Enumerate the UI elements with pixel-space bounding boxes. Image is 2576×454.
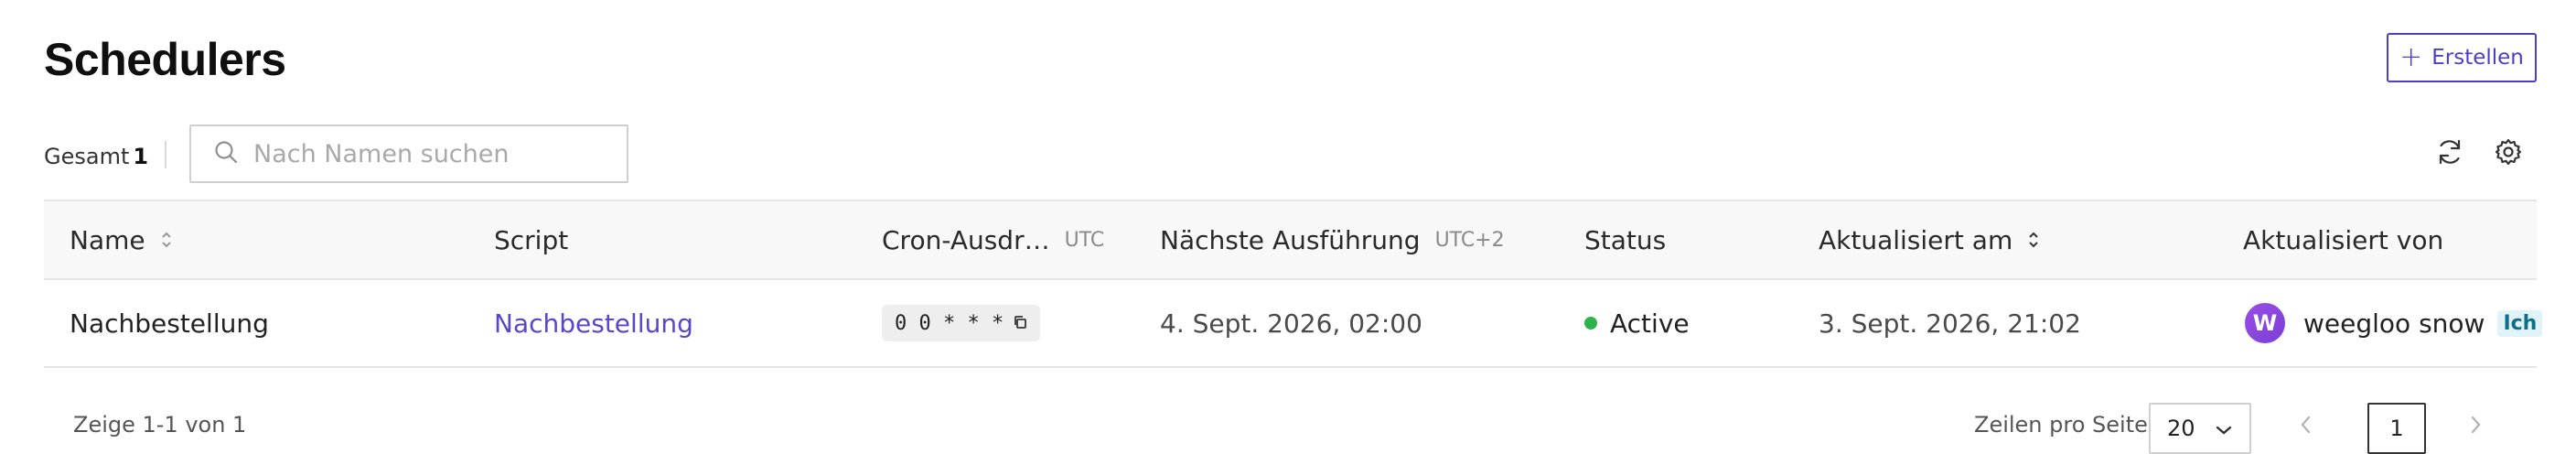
settings-button[interactable] <box>2488 134 2528 174</box>
total-count: Gesamt 1 <box>44 143 148 170</box>
status-badge: Active <box>1610 308 1690 339</box>
column-label: Cron-Ausdr… <box>882 224 1050 255</box>
script-link[interactable]: Nachbestellung <box>494 308 693 339</box>
cron-text: 0 0 * * * <box>895 311 1004 335</box>
column-label: Nächste Ausführung <box>1160 224 1421 255</box>
cell-updated-at: 3. Sept. 2026, 21:02 <box>1819 308 2081 339</box>
chevron-left-icon <box>2295 416 2317 443</box>
cell-script: Nachbestellung <box>494 280 693 366</box>
timezone-label: UTC <box>1064 228 1105 252</box>
create-button[interactable]: + Erstellen <box>2387 33 2537 82</box>
plus-icon: + <box>2399 41 2423 73</box>
column-header-updated-by: Aktualisiert von <box>2243 201 2443 278</box>
total-value: 1 <box>133 144 149 169</box>
cell-name: Nachbestellung <box>70 308 269 339</box>
toolbar-divider <box>165 141 166 168</box>
column-label: Aktualisiert am <box>1819 224 2013 255</box>
column-header-status: Status <box>1584 201 1666 278</box>
column-header-updated-at[interactable]: Aktualisiert am <box>1819 201 2040 278</box>
column-label: Script <box>494 224 569 255</box>
column-header-cron: Cron-Ausdr… UTC <box>882 201 1104 278</box>
rows-per-page-select[interactable]: 20 <box>2149 403 2251 454</box>
refresh-icon <box>2434 136 2465 171</box>
table-header: Name Script Cron-Ausdr… UTC Nächste Ausf… <box>44 200 2537 280</box>
search-box[interactable] <box>189 124 628 183</box>
copy-icon[interactable] <box>1013 312 1027 335</box>
cron-expression: 0 0 * * * <box>882 305 1041 341</box>
create-button-label: Erstellen <box>2431 46 2524 70</box>
chevron-right-icon <box>2464 416 2486 443</box>
column-header-name[interactable]: Name <box>70 201 173 278</box>
page-title: Schedulers <box>44 34 286 85</box>
cell-status: Active <box>1584 280 1690 366</box>
cell-updated-by: W weegloo snow Ich <box>2245 280 2543 366</box>
rows-per-page-value: 20 <box>2167 416 2195 441</box>
gear-icon <box>2494 137 2523 170</box>
column-label: Status <box>1584 224 1667 255</box>
total-label: Gesamt <box>44 144 130 169</box>
sort-icon[interactable] <box>160 230 173 250</box>
column-header-next-run: Nächste Ausführung UTC+2 <box>1160 201 1505 278</box>
rows-per-page-label: Zeilen pro Seite <box>1974 412 2148 438</box>
cell-next-run: 4. Sept. 2026, 02:00 <box>1160 308 1422 339</box>
timezone-label: UTC+2 <box>1434 228 1505 252</box>
next-page-button[interactable] <box>2464 410 2486 443</box>
user-name: weegloo snow <box>2303 308 2485 339</box>
refresh-button[interactable] <box>2430 134 2470 174</box>
avatar: W <box>2245 303 2285 343</box>
me-badge: Ich <box>2497 309 2543 337</box>
column-label: Name <box>70 224 145 255</box>
search-input[interactable] <box>252 138 621 169</box>
previous-page-button[interactable] <box>2295 410 2317 443</box>
column-header-script: Script <box>494 201 568 278</box>
page-button-current[interactable]: 1 <box>2367 403 2426 454</box>
chevron-down-icon <box>2215 416 2233 441</box>
search-icon <box>213 139 239 168</box>
status-dot <box>1584 317 1597 330</box>
sort-icon[interactable] <box>2027 230 2040 250</box>
column-label: Aktualisiert von <box>2243 224 2444 255</box>
pagination-summary: Zeige 1-1 von 1 <box>73 412 247 438</box>
cell-cron: 0 0 * * * <box>882 280 1041 366</box>
table-row[interactable]: Nachbestellung Nachbestellung 0 0 * * * … <box>44 280 2543 368</box>
